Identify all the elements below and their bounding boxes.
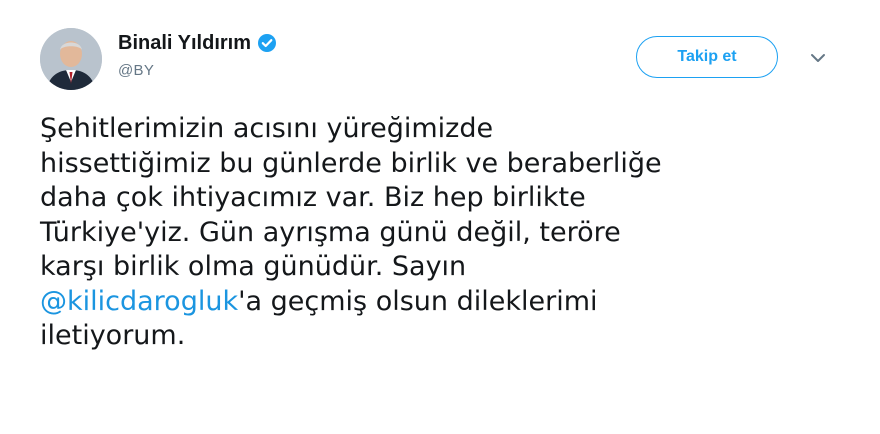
tweet-text-fragment: 'a geçmiş olsun dileklerimi — [238, 285, 598, 317]
tweet-card: Binali Yıldırım @BY Takip et Şehitlerimi… — [0, 0, 880, 434]
chevron-down-icon[interactable] — [806, 48, 830, 68]
avatar[interactable] — [40, 28, 102, 90]
tweet-text-line: @kilicdarogluk'a geçmiş olsun dileklerim… — [40, 285, 860, 320]
tweet-text-line: Şehitlerimizin acısını yüreğimizde — [40, 113, 494, 144]
tweet-text-line: daha çok ihtiyacımız var. Biz hep birlik… — [40, 182, 586, 213]
author-name-row: Binali Yıldırım — [118, 30, 277, 56]
mention-link[interactable]: @kilicdarogluk — [40, 286, 238, 317]
tweet-text-line: iletiyorum. — [40, 320, 186, 351]
avatar-portrait-icon — [40, 28, 102, 90]
author-block: Binali Yıldırım @BY — [118, 30, 277, 79]
tweet-text-line: karşı birlik olma günüdür. Sayın — [40, 251, 467, 282]
author-handle[interactable]: @BY — [118, 62, 277, 79]
tweet-text-line: hissettiğimiz bu günlerde birlik ve bera… — [40, 147, 662, 179]
tweet-text: Şehitlerimizin acısını yüreğimizde hisset… — [40, 112, 860, 354]
author-name[interactable]: Binali Yıldırım — [118, 32, 251, 55]
follow-button[interactable]: Takip et — [636, 36, 778, 78]
verified-badge-icon — [257, 33, 277, 53]
tweet-text-line: Türkiye'yiz. Gün ayrışma günü değil, ter… — [40, 216, 621, 248]
